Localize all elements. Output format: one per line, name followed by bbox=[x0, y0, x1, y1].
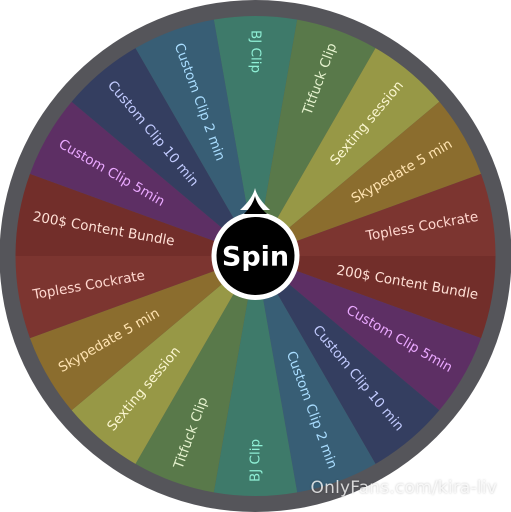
wheel-segment-label: BJ Clip bbox=[248, 30, 264, 73]
prize-wheel[interactable]: BJ Clip Titfuck ClipSexting sessionSkyped… bbox=[0, 0, 511, 512]
watermark-text: OnlyFans.com/kira-liv bbox=[310, 478, 497, 498]
spin-button-label: Spin bbox=[222, 242, 289, 273]
wheel-segment-label: BJ Clip bbox=[248, 439, 264, 482]
